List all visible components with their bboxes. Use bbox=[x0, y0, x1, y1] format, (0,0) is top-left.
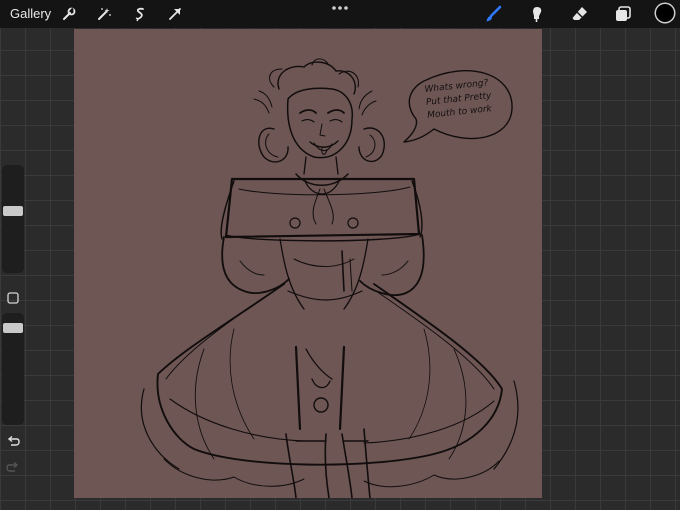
more-options-icon[interactable] bbox=[331, 5, 349, 11]
selection-icon[interactable] bbox=[130, 4, 150, 24]
brush-icon[interactable] bbox=[484, 4, 504, 24]
opacity-thumb[interactable] bbox=[3, 323, 23, 333]
magic-wand-icon[interactable] bbox=[94, 4, 114, 24]
procreate-app: Gallery Whats wrong? Put that Pretty Mou… bbox=[0, 0, 680, 510]
smudge-icon[interactable] bbox=[527, 4, 547, 24]
modify-square-icon[interactable] bbox=[7, 292, 19, 304]
brush-size-slider[interactable] bbox=[2, 165, 24, 273]
layers-icon[interactable] bbox=[613, 4, 633, 24]
transform-icon[interactable] bbox=[165, 4, 185, 24]
wrench-icon[interactable] bbox=[59, 4, 79, 24]
opacity-slider[interactable] bbox=[2, 313, 24, 425]
gallery-button[interactable]: Gallery bbox=[10, 5, 51, 23]
brush-size-thumb[interactable] bbox=[3, 206, 23, 216]
undo-icon[interactable] bbox=[6, 434, 20, 448]
redo-icon[interactable] bbox=[6, 460, 20, 474]
eraser-icon[interactable] bbox=[570, 4, 590, 24]
speech-bubble-text: Whats wrong? Put that Pretty Mouth to wo… bbox=[424, 76, 508, 123]
left-sidebar bbox=[2, 165, 24, 483]
color-picker-swatch[interactable] bbox=[656, 4, 674, 22]
top-toolbar: Gallery bbox=[0, 0, 680, 28]
